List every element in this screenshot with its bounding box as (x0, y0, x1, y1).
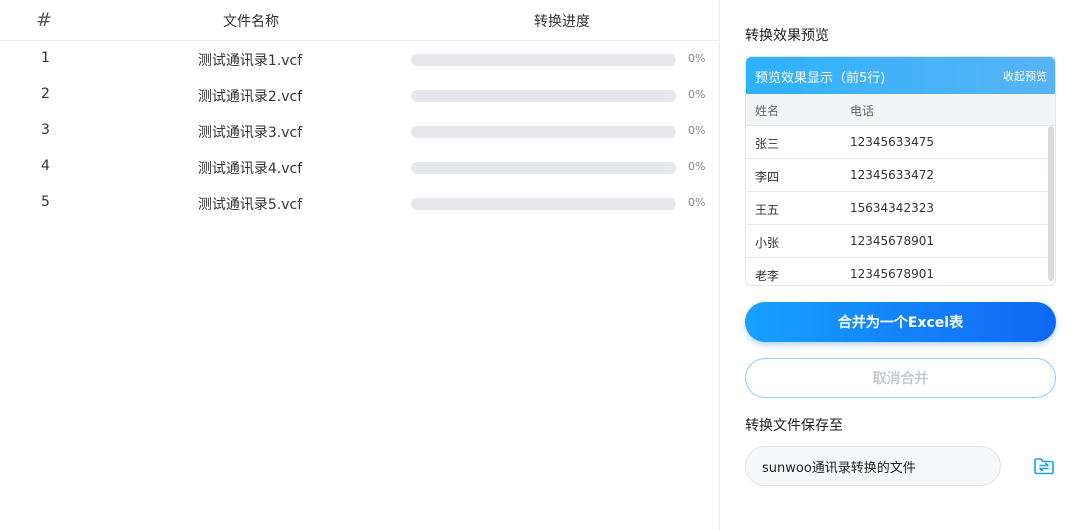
folder-switch-icon[interactable] (1032, 454, 1056, 478)
file-index: 1 (41, 50, 50, 66)
file-row[interactable]: 1 测试通讯录1.vcf 0% (0, 41, 720, 77)
file-index: 4 (41, 158, 50, 174)
save-section-title: 转换文件保存至 (745, 418, 843, 434)
header-index: # (36, 9, 52, 31)
preview-cell-name: 老李 (755, 269, 780, 283)
preview-scrollbar[interactable] (1048, 126, 1054, 281)
cancel-merge-button[interactable]: 取消合并 (745, 358, 1056, 398)
preview-header-title: 预览效果显示（前5行) (755, 71, 886, 86)
preview-header: 预览效果显示（前5行) 收起预览 (746, 57, 1055, 94)
progress-bar (411, 54, 676, 66)
progress-bar (411, 198, 676, 210)
file-index: 3 (41, 122, 50, 138)
preview-row: 王五 15634342323 (746, 192, 1049, 225)
file-name: 测试通讯录2.vcf (197, 89, 303, 105)
preview-panel: 转换效果预览 预览效果显示（前5行) 收起预览 姓名 电话 张三 12345633… (721, 0, 1080, 530)
file-row[interactable]: 3 测试通讯录3.vcf 0% (0, 113, 720, 149)
file-name: 测试通讯录1.vcf (197, 53, 303, 69)
preview-column-name: 姓名 (755, 104, 780, 118)
progress-percent: 0% (688, 52, 706, 65)
header-progress: 转换进度 (534, 14, 590, 30)
file-name: 测试通讯录3.vcf (197, 125, 303, 141)
preview-row: 老李 12345678901 (746, 258, 1049, 285)
preview-cell-phone: 12345633472 (850, 168, 934, 182)
preview-cell-phone: 12345633475 (850, 135, 934, 149)
progress-percent: 0% (688, 196, 706, 209)
preview-cell-phone: 12345678901 (850, 234, 934, 248)
collapse-preview-button[interactable]: 收起预览 (1003, 68, 1047, 84)
progress-bar (411, 126, 676, 138)
file-row[interactable]: 4 测试通讯录4.vcf 0% (0, 149, 720, 185)
preview-cell-phone: 15634342323 (850, 201, 934, 215)
file-table-header: # 文件名称 转换进度 (0, 0, 720, 41)
progress-bar (411, 90, 676, 102)
preview-cell-name: 小张 (755, 236, 780, 250)
preview-row: 小张 12345678901 (746, 225, 1049, 258)
file-row[interactable]: 2 测试通讯录2.vcf 0% (0, 77, 720, 113)
file-index: 2 (41, 86, 50, 102)
file-row[interactable]: 5 测试通讯录5.vcf 0% (0, 185, 720, 221)
preview-cell-phone: 12345678901 (850, 267, 934, 281)
preview-column-header: 姓名 电话 (746, 94, 1055, 126)
progress-percent: 0% (688, 160, 706, 173)
file-name: 测试通讯录5.vcf (197, 197, 303, 213)
preview-column-phone: 电话 (850, 104, 875, 118)
preview-cell-name: 李四 (755, 170, 780, 184)
preview-row: 李四 12345633472 (746, 159, 1049, 192)
preview-cell-name: 王五 (755, 203, 780, 217)
preview-table: 预览效果显示（前5行) 收起预览 姓名 电话 张三 12345633475 李四 12… (745, 56, 1056, 286)
preview-section-title: 转换效果预览 (745, 28, 829, 44)
preview-cell-name: 张三 (755, 137, 780, 151)
file-index: 5 (41, 194, 50, 210)
preview-row: 张三 12345633475 (746, 126, 1049, 159)
file-name: 测试通讯录4.vcf (197, 161, 303, 177)
progress-percent: 0% (688, 88, 706, 101)
file-list-panel: # 文件名称 转换进度 1 测试通讯录1.vcf 0% 2 测试通讯录2.vcf 0% 3 测… (0, 0, 720, 530)
header-file-name: 文件名称 (223, 14, 279, 30)
progress-bar (411, 162, 676, 174)
merge-to-excel-button[interactable]: 合并为一个Excel表 (745, 302, 1056, 342)
save-path-input[interactable] (745, 446, 1001, 486)
progress-percent: 0% (688, 124, 706, 137)
